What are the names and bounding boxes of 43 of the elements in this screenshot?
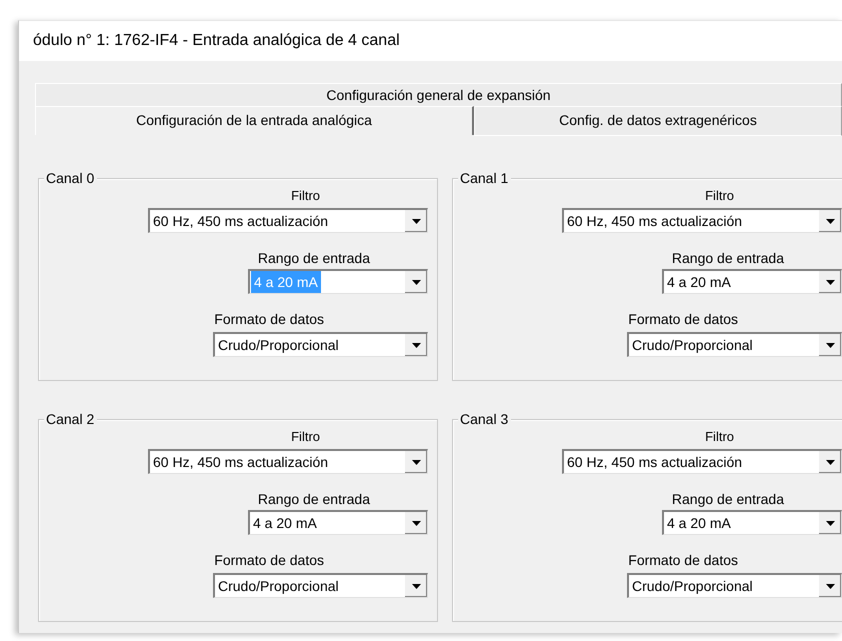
tab[interactable]: Configuración de la entrada analógica	[35, 106, 474, 135]
group-title: Canal 1	[458, 170, 512, 186]
dropdown-arrow-icon	[826, 218, 834, 224]
dropdown[interactable]: 4 a 20 mA	[248, 510, 428, 535]
group-title: Canal 0	[44, 170, 98, 186]
field-label: Filtro	[705, 187, 734, 204]
field-label: Filtro	[291, 428, 320, 445]
dropdown-arrow-icon	[826, 584, 834, 588]
dropdown[interactable]: 60 Hz, 450 ms actualización	[562, 449, 842, 474]
field-label: Filtro	[291, 187, 320, 204]
dropdown[interactable]: 60 Hz, 450 ms actualización	[148, 449, 428, 474]
dropdown-arrow-icon	[412, 218, 420, 224]
dropdown-arrow-icon	[826, 460, 834, 464]
dropdown-arrow-icon	[826, 280, 834, 284]
dropdown-arrow-icon	[412, 520, 420, 526]
dropdown-arrow-icon	[412, 584, 420, 588]
dropdown[interactable]: 60 Hz, 450 ms actualización	[148, 208, 428, 233]
dropdown[interactable]: Crudo/Proporcional	[213, 332, 428, 357]
tab[interactable]: Configuración general de expansión	[35, 83, 842, 106]
dropdown-arrow-icon	[412, 460, 420, 464]
dropdown-arrow-icon	[826, 520, 834, 526]
field-label: Formato de datos	[628, 552, 738, 569]
field-label: Formato de datos	[214, 311, 324, 328]
dropdown-arrow-icon	[412, 280, 420, 284]
window-title: ódulo n° 1: 1762-IF4 - Entrada analógica de 4 canal	[33, 32, 400, 50]
field-label: Formato de datos	[628, 311, 738, 328]
dropdown-arrow-icon	[412, 342, 420, 348]
field-label: Filtro	[705, 428, 734, 445]
dropdown[interactable]: Crudo/Proporcional	[213, 573, 428, 598]
tab[interactable]: Config. de datos extragenéricos	[474, 106, 842, 136]
field-label: Rango de entrada	[258, 491, 370, 508]
dropdown[interactable]: Crudo/Proporcional	[627, 332, 842, 357]
dropdown[interactable]: Crudo/Proporcional	[627, 573, 842, 598]
dropdown[interactable]: 60 Hz, 450 ms actualización	[562, 208, 842, 233]
group-title: Canal 3	[458, 411, 512, 427]
dropdown-arrow-icon	[826, 342, 834, 348]
field-label: Formato de datos	[214, 552, 324, 569]
dropdown[interactable]: 4 a 20 mA	[662, 510, 842, 535]
field-label: Rango de entrada	[258, 250, 370, 267]
field-label: Rango de entrada	[672, 250, 784, 267]
dropdown[interactable]: 4 a 20 mA	[662, 269, 842, 294]
field-label: Rango de entrada	[672, 491, 784, 508]
group-title: Canal 2	[44, 411, 98, 427]
